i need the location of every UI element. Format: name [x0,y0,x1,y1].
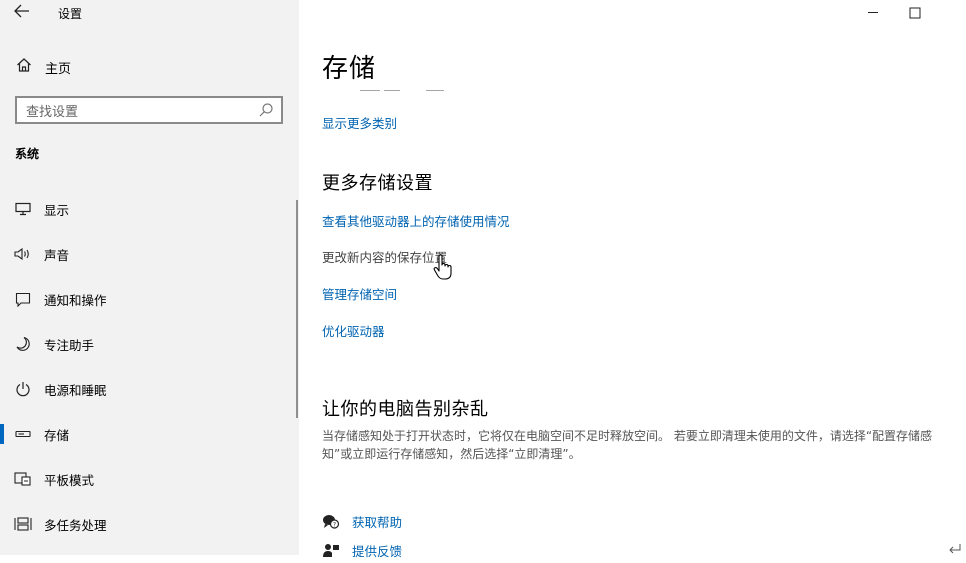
sidebar-item-label: 存储 [44,427,70,443]
maximize-icon[interactable] [908,5,922,19]
sidebar-item-label: 显示 [44,202,70,218]
multitasking-icon [14,515,32,533]
back-arrow-icon[interactable] [14,4,32,22]
sidebar-item-label: 电源和睡眠 [44,382,107,398]
view-other-drives-link[interactable]: 查看其他驱动器上的存储使用情况 [322,211,510,230]
declutter-heading: 让你的电脑告别杂乱 [322,399,489,420]
return-arrow-icon [948,540,962,554]
sidebar-item-power[interactable]: 电源和睡眠 [0,377,299,401]
notification-icon [14,290,32,308]
home-label: 主页 [45,61,72,77]
sidebar-item-tablet-mode[interactable]: 平板模式 [0,467,299,491]
feedback-row[interactable]: 提供反馈 [322,541,402,560]
declutter-description: 当存储感知处于打开状态时，它将仅在电脑空间不足时释放空间。 若要立即清理未使用的… [322,429,933,461]
manage-storage-spaces-link[interactable]: 管理存储空间 [322,284,397,303]
sidebar-item-label: 专注助手 [44,337,95,353]
sidebar-item-label: 平板模式 [44,472,95,488]
get-help-link[interactable]: 获取帮助 [352,512,402,531]
sidebar-item-home[interactable]: 主页 [16,57,71,77]
home-icon [16,57,36,77]
change-save-location-link[interactable]: 更改新内容的保存位置 [322,247,447,266]
storage-icon [14,425,32,443]
search-placeholder: 查找设置 [26,104,79,120]
sidebar-scrollbar[interactable] [296,200,298,418]
sidebar-item-label: 声音 [44,247,70,263]
show-more-categories-link[interactable]: 显示更多类别 [322,113,397,132]
feedback-person-icon [322,543,340,559]
give-feedback-link[interactable]: 提供反馈 [352,541,402,560]
speaker-icon [14,245,32,263]
sidebar-item-sound[interactable]: 声音 [0,242,299,266]
sidebar-item-label: 多任务处理 [44,517,107,533]
power-icon [14,380,32,398]
sidebar-item-multitasking[interactable]: 多任务处理 [0,512,299,536]
section-label-system: 系统 [15,147,40,161]
window-title: 设置 [58,7,83,21]
sidebar-item-storage[interactable]: 存储 [0,422,299,446]
help-chat-icon: ? [322,514,340,530]
sidebar: 设置 主页 查找设置 系统 显示 声音 通知和操作 专注助手 电源和睡眠 存储 … [0,0,299,555]
scrolled-text-fragment [360,83,472,91]
minimize-icon[interactable] [866,4,880,20]
moon-icon [14,335,32,353]
optimize-drives-link[interactable]: 优化驱动器 [322,321,385,340]
svg-text:?: ? [333,521,336,528]
search-input[interactable]: 查找设置 [15,96,283,124]
page-title: 存储 [322,54,377,84]
hand-cursor-icon [432,254,454,282]
more-storage-settings-heading: 更多存储设置 [322,173,433,194]
sidebar-item-label: 通知和操作 [44,292,107,308]
tablet-mode-icon [14,470,32,488]
sidebar-item-focus-assist[interactable]: 专注助手 [0,332,299,356]
sidebar-item-notifications[interactable]: 通知和操作 [0,287,299,311]
monitor-icon [14,200,32,218]
sidebar-item-display[interactable]: 显示 [0,197,299,221]
get-help-row[interactable]: ? 获取帮助 [322,512,402,531]
search-icon[interactable] [258,102,274,118]
